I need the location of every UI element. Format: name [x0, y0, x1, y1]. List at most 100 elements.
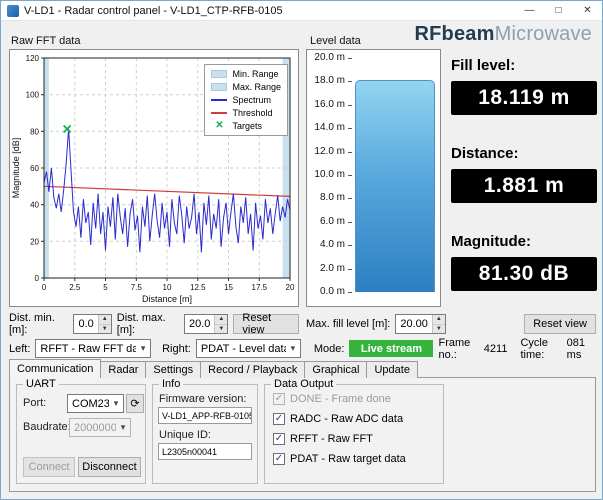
tab-radar[interactable]: Radar: [100, 361, 147, 378]
firmware-version-field[interactable]: V-LD1_APP-RFB-0105: [158, 407, 252, 424]
gauge-tick: [348, 175, 352, 176]
fft-reset-view-button[interactable]: Reset view: [233, 312, 299, 336]
fill-level-value: 18.119 m: [451, 81, 597, 115]
cycle-time-value: 081 ms: [566, 336, 586, 361]
tab-strip: Communication Radar Settings Record / Pl…: [9, 359, 418, 378]
gauge-tick: [348, 58, 352, 59]
checkbox-checked-icon[interactable]: ✓: [273, 413, 285, 425]
checkbox-radc-raw-adc[interactable]: ✓ RADC - Raw ADC data: [273, 413, 403, 425]
svg-text:100: 100: [26, 91, 40, 100]
spin-down-icon[interactable]: ▼: [215, 324, 228, 333]
readouts: Fill level: 18.119 m Distance: 1.881 m M…: [451, 57, 597, 321]
unique-id-label: Unique ID:: [159, 429, 211, 441]
tab-settings[interactable]: Settings: [145, 361, 202, 378]
mode-label: Mode:: [313, 342, 345, 355]
distance-value: 1.881 m: [451, 169, 597, 203]
checkbox-checked-icon[interactable]: ✓: [273, 433, 285, 445]
dist-min-input[interactable]: 0.0 ▲ ▼: [73, 314, 112, 334]
chevron-down-icon: ▾: [140, 343, 146, 353]
app-icon: [7, 4, 19, 17]
legend-label: Min. Range: [232, 69, 279, 79]
gauge-tick: [348, 81, 352, 83]
distance-label: Distance:: [451, 145, 519, 162]
gauge-tick-label: 2.0 m: [319, 262, 345, 274]
level-reset-view-button[interactable]: Reset view: [524, 314, 596, 334]
max-fill-value[interactable]: 20.00: [396, 315, 432, 333]
display-selector-row: Left: RFFT - Raw FFT data ▾ Right: PDAT …: [9, 336, 594, 361]
gauge-tick: [348, 198, 352, 200]
dist-max-value[interactable]: 20.0: [185, 315, 214, 333]
dist-min-value[interactable]: 0.0: [74, 315, 97, 333]
cycle-time-label: Cycle time:: [520, 336, 548, 361]
fft-chart-panel[interactable]: 0 2.5 5 7.5 10 12.5 15 17.5 20 0 20 40 60 80 100 120 Dis…: [9, 49, 299, 307]
baudrate-select: 2000000 ▾: [69, 418, 131, 437]
checkbox-label: DONE - Frame done: [290, 393, 391, 405]
close-button[interactable]: ✕: [573, 1, 602, 20]
checkbox-rfft-raw-fft[interactable]: ✓ RFFT - Raw FFT: [273, 433, 373, 445]
frame-no-label: Frame no.:: [438, 336, 471, 361]
disconnect-button[interactable]: Disconnect: [78, 457, 141, 477]
level-controls-row: Max. fill level [m]: 20.00 ▲ ▼ Reset view: [306, 313, 596, 335]
port-select[interactable]: COM23 ▾: [67, 394, 124, 413]
dist-max-label: Dist. max. [m]:: [116, 312, 166, 336]
magnitude-label: Magnitude:: [451, 233, 531, 250]
minimize-button[interactable]: —: [515, 1, 544, 20]
spin-down-icon[interactable]: ▼: [98, 324, 111, 333]
svg-text:20: 20: [30, 237, 39, 246]
port-value: COM23: [72, 397, 109, 410]
gauge-tick-label: 14.0 m: [314, 122, 345, 134]
gauge-tick: [348, 151, 352, 153]
spinner-arrows: ▲ ▼: [431, 315, 445, 333]
data-output-group: Data Output ✓ DONE - Frame done ✓ RADC -…: [264, 378, 444, 484]
spin-up-icon[interactable]: ▲: [215, 315, 228, 325]
svg-text:7.5: 7.5: [131, 283, 143, 292]
max-fill-input[interactable]: 20.00 ▲ ▼: [395, 314, 446, 334]
maximize-button[interactable]: □: [544, 1, 573, 20]
level-section-label: Level data: [310, 35, 361, 47]
spin-up-icon[interactable]: ▲: [432, 315, 445, 325]
legend-label: Spectrum: [232, 95, 271, 105]
tab-communication[interactable]: Communication: [9, 359, 102, 378]
chevron-down-icon: ▾: [113, 398, 119, 408]
right-display-select[interactable]: PDAT - Level data ▾: [195, 339, 301, 358]
target-marker-icon: ✕: [215, 120, 224, 131]
checkbox-checked-icon[interactable]: ✓: [273, 453, 285, 465]
checkbox-label: RADC - Raw ADC data: [290, 413, 404, 425]
spin-down-icon[interactable]: ▼: [432, 324, 445, 333]
refresh-ports-button[interactable]: ⟳: [126, 394, 144, 413]
dist-max-input[interactable]: 20.0 ▲ ▼: [183, 314, 229, 334]
app-window: V-LD1 - Radar control panel - V-LD1_CTP-…: [0, 0, 603, 500]
gauge-tick: [348, 104, 352, 106]
level-gauge-panel[interactable]: 20.0 m 18.0 m 16.0 m 14.0 m 12.0 m 10.0 m 8.0 …: [306, 49, 441, 307]
fill-level-label: Fill level:: [451, 57, 516, 74]
uart-group: UART Port: COM23 ▾ ⟳ Baudrate: 2000000 ▾…: [16, 378, 146, 484]
svg-text:5: 5: [103, 283, 108, 292]
level-gauge-fill: [355, 80, 435, 292]
left-display-select[interactable]: RFFT - Raw FFT data ▾: [35, 339, 152, 358]
legend-label: Targets: [232, 121, 262, 131]
gauge-tick-label: 16.0 m: [314, 98, 345, 110]
gauge-tick: [348, 268, 352, 270]
gauge-tick: [348, 245, 352, 247]
level-gauge-bar: [355, 58, 435, 292]
firmware-version-label: Firmware version:: [159, 393, 247, 405]
gauge-tick: [348, 292, 352, 293]
communication-tab-panel: UART Port: COM23 ▾ ⟳ Baudrate: 2000000 ▾…: [9, 377, 596, 492]
svg-text:15: 15: [224, 283, 233, 292]
left-display-value: RFFT - Raw FFT data: [40, 342, 136, 355]
svg-text:10: 10: [163, 283, 172, 292]
legend-targets: ✕ Targets: [211, 120, 281, 132]
tab-update[interactable]: Update: [366, 361, 418, 378]
tab-record-playback[interactable]: Record / Playback: [200, 361, 306, 378]
checkbox-pdat-raw-target[interactable]: ✓ PDAT - Raw target data: [273, 453, 406, 465]
legend-label: Max. Range: [232, 82, 281, 92]
gauge-tick-label: 10.0 m: [314, 169, 345, 180]
spin-up-icon[interactable]: ▲: [98, 315, 111, 325]
tab-graphical[interactable]: Graphical: [304, 361, 368, 378]
min-range-swatch-icon: [211, 70, 228, 78]
max-fill-label: Max. fill level [m]:: [306, 318, 391, 330]
data-output-group-title: Data Output: [271, 378, 337, 390]
legend-min-range: Min. Range: [211, 69, 281, 79]
unique-id-field[interactable]: L2305n00041: [158, 443, 252, 460]
chart-legend: Min. Range Max. Range Spectrum Threshold…: [204, 64, 288, 136]
